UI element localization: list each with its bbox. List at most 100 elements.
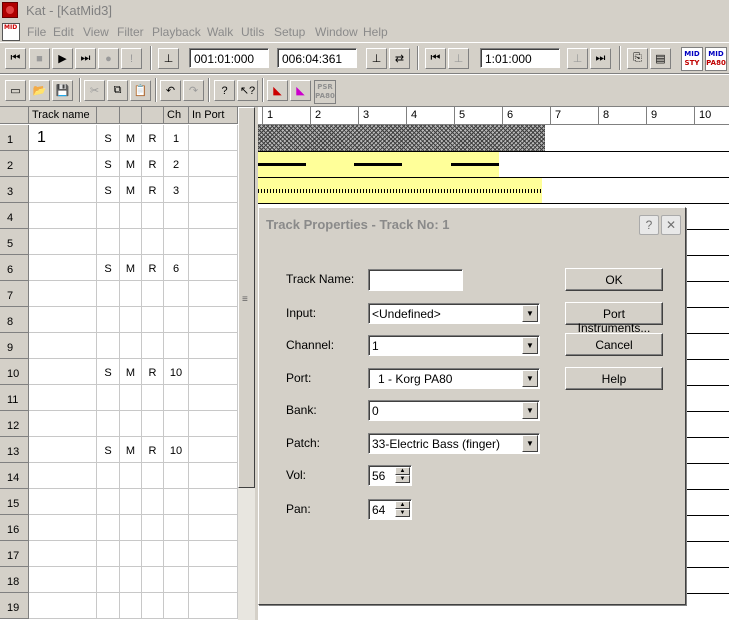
panic-icon[interactable]: ! <box>121 48 142 69</box>
channel-cell[interactable] <box>164 515 189 541</box>
track-name-cell[interactable] <box>29 255 97 281</box>
fast-forward-end-icon[interactable]: ⏭ <box>590 48 611 69</box>
record-toggle[interactable] <box>142 203 164 229</box>
track-name-cell[interactable] <box>29 151 97 177</box>
solo-toggle[interactable] <box>97 307 120 333</box>
solo-toggle[interactable] <box>97 593 120 619</box>
length-field[interactable]: 006:04:361 <box>277 48 357 68</box>
solo-toggle[interactable] <box>97 515 120 541</box>
mute-toggle[interactable] <box>120 541 142 567</box>
mid-pa80-button[interactable]: MID PA80 <box>705 47 727 71</box>
mute-toggle[interactable] <box>120 515 142 541</box>
in-port-cell[interactable] <box>189 151 238 177</box>
table-row[interactable]: 9 <box>0 333 238 359</box>
channel-cell[interactable] <box>164 567 189 593</box>
mute-toggle[interactable] <box>120 489 142 515</box>
table-row[interactable]: 17 <box>0 541 238 567</box>
properties-icon[interactable]: ▤ <box>650 48 671 69</box>
record-toggle[interactable] <box>142 307 164 333</box>
menu-playback[interactable]: Playback <box>152 25 201 39</box>
row-number[interactable]: 5 <box>0 229 29 255</box>
in-port-cell[interactable] <box>189 515 238 541</box>
row-number[interactable]: 17 <box>0 541 29 567</box>
in-port-cell[interactable] <box>189 593 238 619</box>
paste-icon[interactable]: 📋 <box>130 80 151 101</box>
menu-setup[interactable]: Setup <box>274 25 305 39</box>
solo-toggle[interactable] <box>97 203 120 229</box>
mute-toggle[interactable] <box>120 281 142 307</box>
solo-toggle[interactable] <box>97 411 120 437</box>
table-row[interactable]: 10 S M R 10 <box>0 359 238 385</box>
table-row[interactable]: 15 <box>0 489 238 515</box>
table-row[interactable]: 13 S M R 10 <box>0 437 238 463</box>
cut-icon[interactable]: ✂ <box>84 80 105 101</box>
channel-cell[interactable]: 6 <box>164 255 189 281</box>
table-row[interactable]: 18 <box>0 567 238 593</box>
track-name-cell[interactable] <box>29 437 97 463</box>
solo-toggle[interactable]: S <box>97 359 120 385</box>
menu-help[interactable]: Help <box>363 25 388 39</box>
row-number[interactable]: 4 <box>0 203 29 229</box>
track-name-cell[interactable] <box>29 541 97 567</box>
record-toggle[interactable]: R <box>142 359 164 385</box>
help-button[interactable]: Help <box>565 367 663 390</box>
track-color-red-icon[interactable]: ◣ <box>267 80 288 101</box>
mute-toggle[interactable] <box>120 333 142 359</box>
dialog-close-icon[interactable]: ✕ <box>661 215 681 235</box>
solo-toggle[interactable] <box>97 385 120 411</box>
track-name-cell[interactable] <box>29 385 97 411</box>
mute-toggle[interactable] <box>120 307 142 333</box>
channel-cell[interactable] <box>164 281 189 307</box>
track-name-input[interactable] <box>368 269 463 291</box>
in-port-cell[interactable] <box>189 333 238 359</box>
in-port-cell[interactable] <box>189 177 238 203</box>
record-toggle[interactable] <box>142 567 164 593</box>
loop-position-field[interactable]: 1:01:000 <box>480 48 560 68</box>
menu-file[interactable]: File <box>27 25 46 39</box>
track-name-cell[interactable]: 1 <box>29 125 97 151</box>
row-number[interactable]: 8 <box>0 307 29 333</box>
channel-cell[interactable]: 10 <box>164 359 189 385</box>
track-name-cell[interactable] <box>29 359 97 385</box>
solo-toggle[interactable] <box>97 489 120 515</box>
table-row[interactable]: 11SMR1 <box>0 125 238 151</box>
row-number[interactable]: 11 <box>0 385 29 411</box>
in-port-cell[interactable] <box>189 359 238 385</box>
in-port-cell[interactable] <box>189 385 238 411</box>
channel-cell[interactable] <box>164 203 189 229</box>
row-number[interactable]: 3 <box>0 177 29 203</box>
row-number[interactable]: 15 <box>0 489 29 515</box>
cancel-button[interactable]: Cancel <box>565 333 663 356</box>
channel-cell[interactable] <box>164 307 189 333</box>
table-row[interactable]: 4 <box>0 203 238 229</box>
solo-toggle[interactable]: S <box>97 125 120 151</box>
dialog-help-icon[interactable]: ? <box>639 215 659 235</box>
record-toggle[interactable] <box>142 333 164 359</box>
undo-icon[interactable]: ↶ <box>160 80 181 101</box>
record-toggle[interactable]: R <box>142 125 164 151</box>
in-port-cell[interactable] <box>189 125 238 151</box>
record-toggle[interactable] <box>142 515 164 541</box>
channel-cell[interactable]: 10 <box>164 437 189 463</box>
redo-icon[interactable]: ↷ <box>183 80 204 101</box>
solo-toggle[interactable] <box>97 463 120 489</box>
table-row[interactable]: 11 <box>0 385 238 411</box>
in-port-cell[interactable] <box>189 489 238 515</box>
position-field[interactable]: 001:01:000 <box>189 48 269 68</box>
record-toggle[interactable] <box>142 281 164 307</box>
ok-button[interactable]: OK <box>565 268 663 291</box>
solo-toggle[interactable]: S <box>97 437 120 463</box>
port-instruments-button[interactable]: Port Instruments... <box>565 302 663 335</box>
track-1-clip[interactable] <box>258 125 545 151</box>
channel-cell[interactable]: 1 <box>164 125 189 151</box>
help-icon[interactable]: ? <box>214 80 235 101</box>
solo-toggle[interactable] <box>97 333 120 359</box>
mute-toggle[interactable] <box>120 567 142 593</box>
channel-cell[interactable]: 3 <box>164 177 189 203</box>
solo-toggle[interactable]: S <box>97 151 120 177</box>
in-port-cell[interactable] <box>189 255 238 281</box>
mute-toggle[interactable]: M <box>120 359 142 385</box>
mute-toggle[interactable]: M <box>120 125 142 151</box>
table-row[interactable]: 7 <box>0 281 238 307</box>
loop-start-icon[interactable]: ⏮ <box>425 48 446 69</box>
